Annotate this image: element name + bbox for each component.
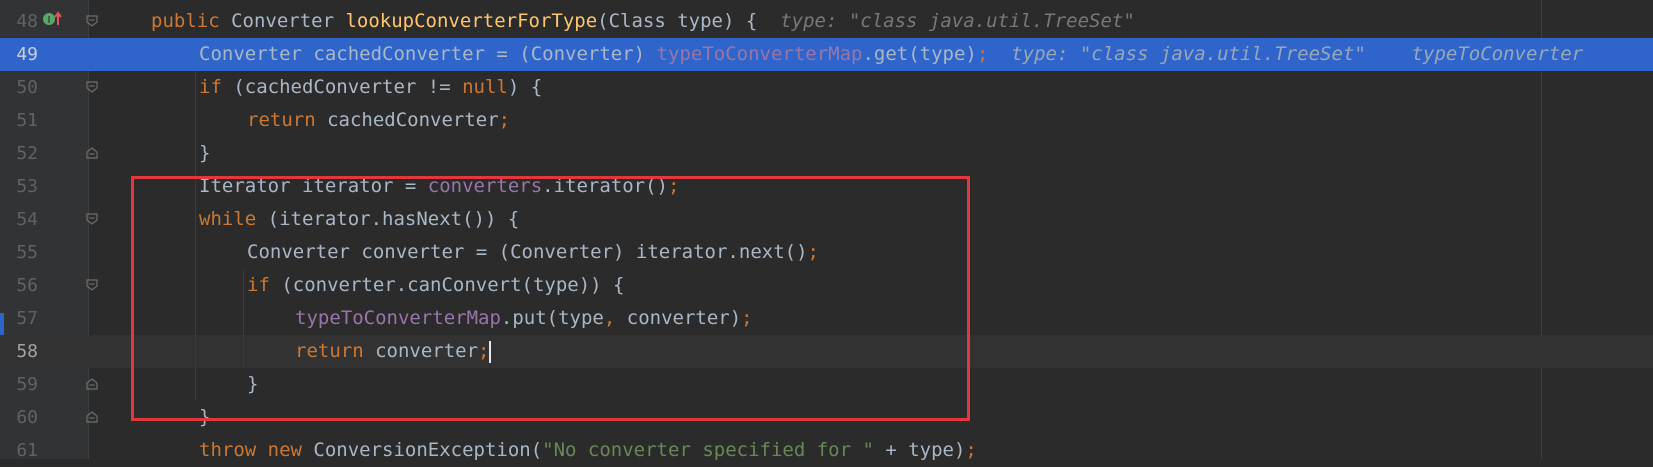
code-token: ; [976, 43, 989, 65]
line-number[interactable]: 54 [0, 203, 38, 236]
inline-debug-hint: type: [780, 10, 849, 32]
highlight-box [131, 176, 970, 421]
code-text[interactable]: public Converter lookupConverterForType(… [151, 5, 1135, 38]
code-token: ConversionException( [301, 439, 543, 461]
line-number[interactable]: 60 [0, 401, 38, 434]
line-number[interactable]: 53 [0, 170, 38, 203]
inline-debug-hint: typeToConverter [1411, 43, 1584, 65]
code-line[interactable]: 49 Converter cachedConverter = (Converter… [0, 38, 1653, 71]
fold-marker-icon[interactable] [86, 213, 98, 225]
code-token: typeToConverterMap [656, 43, 863, 65]
code-text[interactable]: if (cachedConverter != null) { [199, 71, 542, 104]
code-token: ; [965, 439, 977, 461]
code-token: return [247, 109, 316, 131]
code-text[interactable]: } [199, 137, 210, 170]
code-token: if [199, 76, 222, 98]
code-token: } [199, 142, 211, 164]
code-token: public [151, 10, 220, 32]
fold-marker-icon[interactable] [86, 411, 98, 423]
code-text[interactable]: throw new ConversionException("No conver… [199, 434, 977, 467]
line-number[interactable]: 48 [0, 5, 38, 38]
code-token: "No converter specified for " [542, 439, 874, 461]
code-token: cachedConverter [315, 109, 499, 131]
inline-debug-hint: "class java.util.TreeSet" [1079, 43, 1366, 65]
code-token: Converter [219, 10, 346, 32]
code-token: null [462, 76, 508, 98]
svg-text:I: I [48, 15, 51, 26]
code-line[interactable]: 51 return cachedConverter; [0, 104, 1653, 137]
code-token: (cachedConverter != [221, 76, 463, 98]
code-text[interactable]: Converter cachedConverter = (Converter) … [199, 38, 1583, 71]
fold-marker-icon[interactable] [86, 81, 98, 93]
code-token: throw new [199, 439, 302, 461]
code-token: .get(type) [862, 43, 977, 65]
line-number[interactable]: 58 [0, 335, 38, 368]
line-number[interactable]: 61 [0, 434, 38, 467]
line-number[interactable]: 52 [0, 137, 38, 170]
fold-marker-icon[interactable] [86, 378, 98, 390]
code-token: ; [498, 109, 511, 131]
fold-marker-icon[interactable] [86, 15, 98, 27]
line-number[interactable]: 57 [0, 302, 38, 335]
fold-marker-icon[interactable] [86, 147, 98, 159]
code-token: lookupConverterForType [345, 10, 598, 32]
line-number[interactable]: 51 [0, 104, 38, 137]
line-number[interactable]: 50 [0, 71, 38, 104]
inline-debug-hint: "class java.util.TreeSet" [848, 10, 1135, 32]
line-number[interactable]: 55 [0, 236, 38, 269]
code-token: + type) [873, 439, 966, 461]
code-line[interactable]: 52} [0, 137, 1653, 170]
fold-marker-icon[interactable] [86, 279, 98, 291]
inline-debug-hint: type: [1011, 43, 1080, 65]
line-number[interactable]: 56 [0, 269, 38, 302]
code-token: ) { [507, 76, 543, 98]
code-text[interactable]: return cachedConverter; [247, 104, 510, 137]
code-line[interactable]: 61 throw new ConversionException("No conv… [0, 434, 1653, 467]
override-method-icon[interactable]: I [42, 10, 64, 26]
code-line[interactable]: 48 public Converter lookupConverterForTyp… [0, 5, 1653, 38]
line-number[interactable]: 49 [0, 38, 38, 71]
line-number[interactable]: 59 [0, 368, 38, 401]
code-token: Converter cachedConverter = (Converter) [199, 43, 657, 65]
code-token: (Class type) { [597, 10, 781, 32]
code-line[interactable]: 50 if (cachedConverter != null) { [0, 71, 1653, 104]
